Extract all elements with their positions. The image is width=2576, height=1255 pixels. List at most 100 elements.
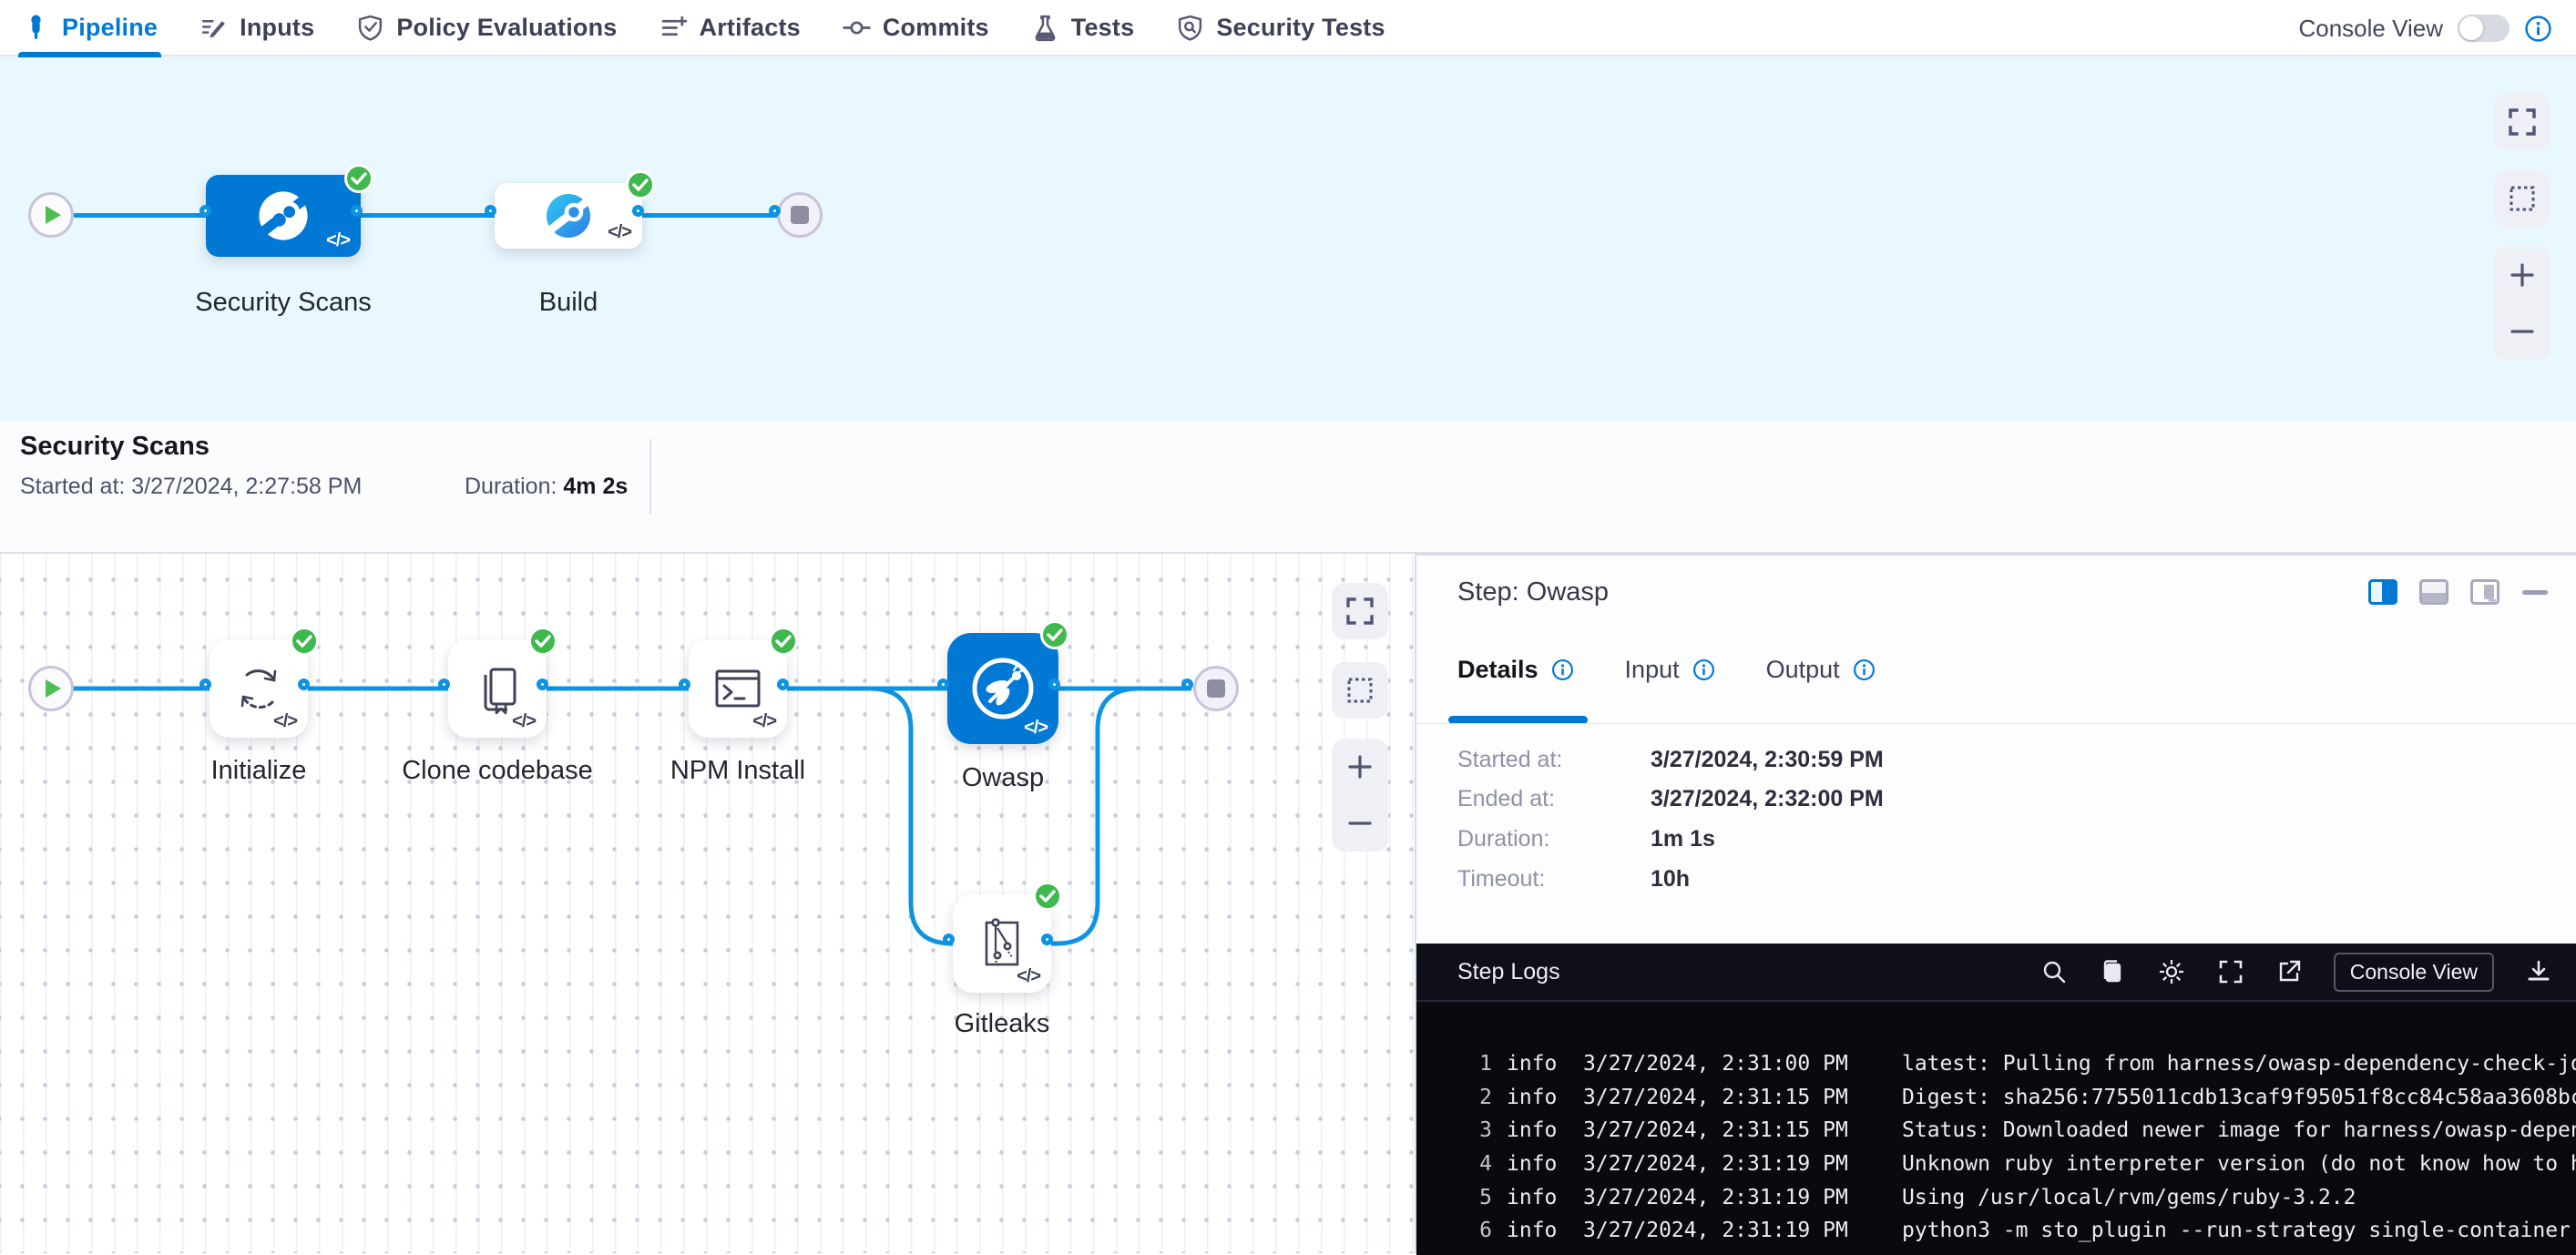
step-execution-section: </> Initialize </> Clone codebase	[0, 554, 2576, 1253]
stage-graph-canvas[interactable]: </> Security Scans </> Build	[0, 56, 2576, 421]
zoom-out-button[interactable]	[2494, 303, 2550, 360]
log-line-number: 1	[1457, 1052, 1492, 1076]
log-settings-icon[interactable]	[2157, 957, 2186, 986]
divider	[1416, 723, 2576, 724]
code-glyph: </>	[608, 222, 631, 243]
layout-floating-icon[interactable]	[2470, 579, 2499, 605]
step-panel-tabs: Details Input Output	[1457, 656, 1876, 684]
tab-policy-evaluations[interactable]: Policy Evaluations	[356, 0, 617, 56]
tab-label: Security Tests	[1216, 14, 1385, 42]
log-line-number: 5	[1457, 1186, 1492, 1209]
tab-artifacts[interactable]: Artifacts	[659, 0, 801, 56]
detail-label: Ended at:	[1457, 786, 1651, 812]
log-message: python3 -m sto_plugin --run-strategy sin…	[1902, 1219, 2571, 1242]
console-view-label: Console View	[2298, 15, 2443, 43]
log-timestamp: 3/27/2024, 2:31:19 PM	[1583, 1219, 1876, 1242]
tab-input[interactable]: Input	[1625, 656, 1715, 684]
success-badge	[1033, 882, 1062, 911]
step-node-owasp[interactable]: </>	[947, 633, 1058, 744]
step-label: Initialize	[211, 756, 307, 786]
build-stage-icon	[543, 190, 594, 241]
success-badge	[626, 170, 655, 199]
connector-dot	[537, 679, 548, 690]
step-logs-actions: Console View	[2040, 953, 2552, 992]
tab-inputs[interactable]: Inputs	[199, 0, 314, 56]
success-badge	[528, 627, 557, 656]
search-logs-icon[interactable]	[2040, 958, 2068, 985]
layout-split-right-icon[interactable]	[2368, 579, 2397, 605]
copy-logs-icon[interactable]	[2099, 958, 2126, 985]
artifacts-icon	[659, 14, 688, 42]
connector-dot	[298, 679, 310, 690]
info-icon[interactable]	[2524, 15, 2552, 43]
step-node-npm-install[interactable]: </>	[689, 639, 787, 738]
duration-label: Duration:	[465, 474, 563, 499]
layout-split-bottom-icon[interactable]	[2419, 579, 2448, 605]
stage-end-node	[1193, 666, 1239, 711]
step-node-gitleaks[interactable]: </>	[953, 894, 1051, 993]
stage-start-node	[28, 666, 74, 711]
console-view-button[interactable]: Console View	[2334, 953, 2494, 992]
tab-label: Commits	[883, 14, 989, 42]
tab-security-tests[interactable]: Security Tests	[1176, 0, 1385, 56]
detail-value: 10h	[1651, 866, 1690, 893]
fit-to-screen-button[interactable]	[1332, 583, 1388, 639]
stage-node-security-scans[interactable]: </>	[206, 175, 361, 257]
info-icon[interactable]	[1551, 658, 1574, 681]
step-node-initialize[interactable]: </>	[210, 639, 308, 738]
connector-dot	[199, 205, 211, 217]
tab-pipeline[interactable]: Pipeline	[22, 0, 158, 56]
log-lines[interactable]: 1 info 3/27/2024, 2:31:00 PM latest: Pul…	[1416, 1004, 2576, 1255]
marquee-select-button[interactable]	[1332, 662, 1388, 719]
code-glyph: </>	[1024, 718, 1048, 739]
log-line-number: 6	[1457, 1219, 1492, 1242]
stage-node-build[interactable]: </>	[495, 183, 642, 249]
tab-details[interactable]: Details	[1457, 656, 1574, 684]
console-view-toggle[interactable]	[2458, 15, 2510, 42]
started-label: Started at:	[20, 474, 131, 499]
clone-codebase-icon	[469, 660, 526, 717]
tab-commits[interactable]: Commits	[843, 0, 989, 56]
stage-label: Build	[539, 288, 598, 318]
pipeline-icon	[22, 14, 50, 42]
detail-value: 3/27/2024, 2:30:59 PM	[1651, 747, 1884, 773]
tab-tests[interactable]: Tests	[1031, 0, 1135, 56]
npm-install-icon	[710, 660, 766, 717]
info-icon[interactable]	[1853, 658, 1876, 681]
connector-dot	[632, 205, 644, 217]
owasp-icon	[966, 652, 1039, 725]
code-glyph: </>	[752, 711, 776, 732]
detail-row: Ended at: 3/27/2024, 2:32:00 PM	[1457, 786, 1884, 812]
log-line: 5 info 3/27/2024, 2:31:19 PM Using /usr/…	[1457, 1180, 2576, 1214]
fit-to-screen-button[interactable]	[2494, 94, 2550, 150]
step-node-clone-codebase[interactable]: </>	[448, 639, 547, 738]
connector-dot	[199, 679, 211, 690]
step-logs-title: Step Logs	[1457, 959, 1560, 985]
step-label: Clone codebase	[402, 756, 593, 786]
minimize-panel-icon[interactable]	[2521, 587, 2549, 597]
step-graph-canvas[interactable]: </> Initialize </> Clone codebase	[0, 554, 1415, 1253]
log-line: 2 info 3/27/2024, 2:31:15 PM Digest: sha…	[1457, 1081, 2576, 1115]
zoom-in-button[interactable]	[2494, 247, 2550, 303]
expand-logs-icon[interactable]	[2217, 958, 2244, 985]
open-in-new-icon[interactable]	[2275, 958, 2303, 985]
gitleaks-icon	[974, 915, 1030, 972]
log-level: info	[1507, 1186, 1572, 1209]
step-label: Gitleaks	[955, 1009, 1050, 1039]
log-timestamp: 3/27/2024, 2:31:15 PM	[1583, 1118, 1876, 1142]
zoom-in-button[interactable]	[1332, 739, 1388, 795]
step-canvas-controls	[1332, 583, 1388, 852]
toggle-knob	[2459, 16, 2483, 40]
execution-tab-bar: Pipeline Inputs Policy Evaluations Artif…	[0, 0, 2576, 56]
detail-label: Duration:	[1457, 826, 1651, 852]
info-icon[interactable]	[1692, 658, 1715, 681]
success-badge	[290, 627, 319, 656]
log-line: 4 info 3/27/2024, 2:31:19 PM Unknown rub…	[1457, 1148, 2576, 1181]
tab-output[interactable]: Output	[1766, 656, 1876, 684]
stage-canvas-controls	[2494, 94, 2550, 360]
zoom-out-button[interactable]	[1332, 795, 1388, 852]
marquee-select-button[interactable]	[2494, 170, 2550, 227]
log-message: Unknown ruby interpreter version (do not…	[1902, 1152, 2576, 1176]
detail-row: Started at: 3/27/2024, 2:30:59 PM	[1457, 747, 1884, 773]
download-logs-icon[interactable]	[2525, 958, 2552, 985]
